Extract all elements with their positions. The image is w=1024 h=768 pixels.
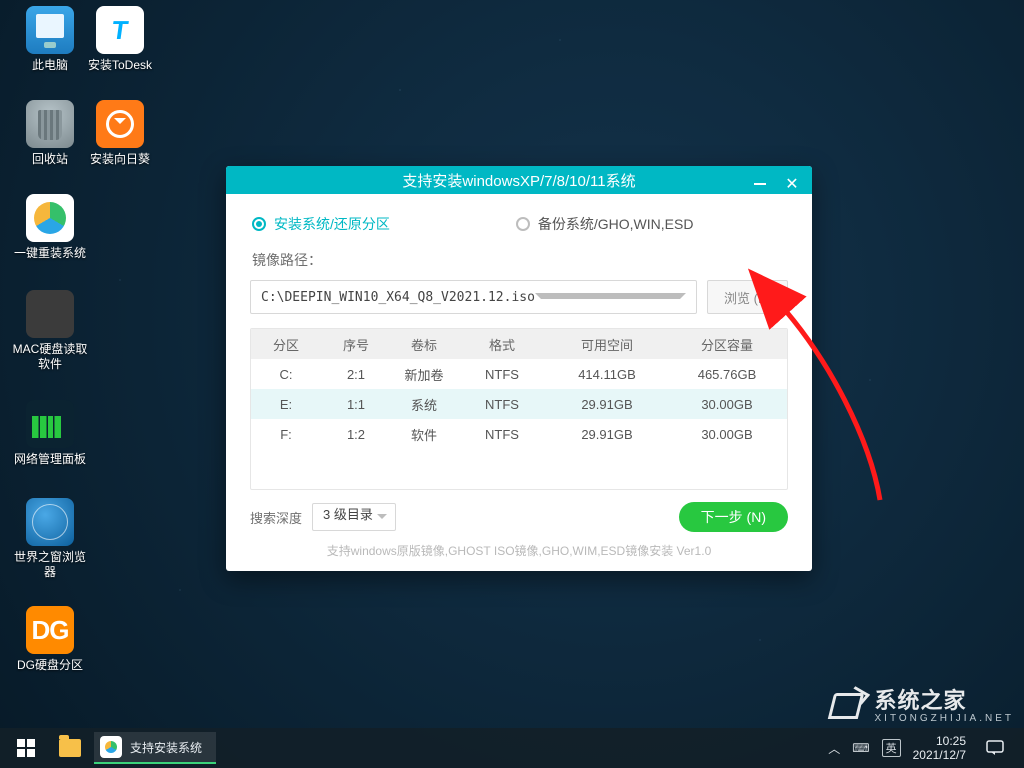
cell-label: 系统 (391, 395, 457, 414)
close-button[interactable]: ✕ (778, 170, 806, 198)
ime-icon[interactable]: 英 (882, 739, 901, 757)
search-depth-value: 3 级目录 (323, 507, 373, 522)
todesk-icon: T (96, 6, 144, 54)
window-title: 支持安装windowsXP/7/8/10/11系统 (402, 170, 635, 191)
col-size: 分区容量 (667, 335, 787, 354)
cell-fs: NTFS (457, 427, 547, 442)
browse-button[interactable]: 浏览 (B) (707, 280, 788, 314)
clock-time: 10:25 (913, 734, 966, 748)
desktop-icon-recycle-bin[interactable]: 回收站 (12, 100, 88, 167)
footer: 搜索深度 3 级目录 下一步 (N) (250, 490, 788, 532)
cell-free: 29.91GB (547, 427, 667, 442)
watermark: 系统之家 XITONGZHIJIA.NET (831, 683, 1015, 724)
col-free: 可用空间 (547, 335, 667, 354)
house-icon (831, 689, 867, 719)
desktop-icon-todesk[interactable]: T安装ToDesk (82, 6, 158, 73)
desktop-icon-reinstall[interactable]: 一键重装系统 (12, 194, 88, 261)
bars-icon (26, 400, 74, 448)
cell-size: 30.00GB (667, 397, 787, 412)
installer-window: 支持安装windowsXP/7/8/10/11系统 ✕ 安装系统/还原分区 备份… (226, 166, 812, 571)
taskbar-clock[interactable]: 10:25 2021/12/7 (913, 734, 966, 762)
folder-icon (59, 739, 81, 757)
window-body: 安装系统/还原分区 备份系统/GHO,WIN,ESD 镜像路径： C:\DEEP… (226, 194, 812, 571)
cell-label: 新加卷 (391, 365, 457, 384)
table-header: 分区 序号 卷标 格式 可用空间 分区容量 (251, 329, 787, 359)
cell-part: C: (251, 367, 321, 382)
watermark-en: XITONGZHIJIA.NET (875, 713, 1015, 724)
action-center-button[interactable] (978, 728, 1012, 768)
cell-part: F: (251, 427, 321, 442)
monitor-icon (26, 6, 74, 54)
cell-fs: NTFS (457, 397, 547, 412)
search-depth-select[interactable]: 3 级目录 (312, 503, 396, 531)
apple-icon (26, 290, 74, 338)
col-label: 卷标 (391, 335, 457, 354)
next-button[interactable]: 下一步 (N) (679, 502, 788, 532)
col-fs: 格式 (457, 335, 547, 354)
minimize-button[interactable] (746, 170, 774, 198)
desktop-icon-this-pc[interactable]: 此电脑 (12, 6, 88, 73)
clock-date: 2021/12/7 (913, 748, 966, 762)
radio-backup[interactable]: 备份系统/GHO,WIN,ESD (516, 214, 694, 234)
cell-size: 30.00GB (667, 427, 787, 442)
recycle-bin-icon (26, 100, 74, 148)
cell-no: 1:1 (321, 397, 391, 412)
cell-no: 1:2 (321, 427, 391, 442)
table-row[interactable]: C: 2:1 新加卷 NTFS 414.11GB 465.76GB (251, 359, 787, 389)
system-tray: ︿ ⌨ 英 10:25 2021/12/7 (828, 728, 1018, 768)
file-explorer-button[interactable] (50, 728, 90, 768)
cell-no: 2:1 (321, 367, 391, 382)
table-row[interactable]: E: 1:1 系统 NTFS 29.91GB 30.00GB (251, 389, 787, 419)
keyboard-icon[interactable]: ⌨ (852, 741, 869, 755)
windows-icon (17, 739, 35, 757)
cell-size: 465.76GB (667, 367, 787, 382)
taskbar-app-label: 支持安装系统 (130, 739, 202, 756)
cell-label: 软件 (391, 425, 457, 444)
notification-icon (986, 740, 1004, 756)
cell-free: 29.91GB (547, 397, 667, 412)
desktop-icon-mac-disk[interactable]: MAC硬盘读取软件 (12, 290, 88, 372)
sun-icon (96, 100, 144, 148)
table-empty-area (251, 449, 787, 489)
partition-table: 分区 序号 卷标 格式 可用空间 分区容量 C: 2:1 新加卷 NTFS 41… (250, 328, 788, 490)
window-controls: ✕ (746, 166, 806, 202)
radio-dot-icon (252, 217, 266, 231)
image-path-combobox[interactable]: C:\DEEPIN_WIN10_X64_Q8_V2021.12.iso (250, 280, 697, 314)
taskbar-app-installer[interactable]: 支持安装系统 (94, 732, 216, 764)
desktop-icon-net-panel[interactable]: 网络管理面板 (12, 400, 88, 467)
hint-text: 支持windows原版镜像,GHOST ISO镜像,GHO,WIM,ESD镜像安… (250, 532, 788, 561)
col-part: 分区 (251, 335, 321, 354)
radio-install-label: 安装系统/还原分区 (274, 214, 390, 234)
radio-install[interactable]: 安装系统/还原分区 (252, 214, 390, 234)
taskbar: 支持安装系统 ︿ ⌨ 英 10:25 2021/12/7 (0, 728, 1024, 768)
image-path-row: C:\DEEPIN_WIN10_X64_Q8_V2021.12.iso 浏览 (… (250, 280, 788, 314)
dg-icon: DG (26, 606, 74, 654)
desktop-icon-sunflower[interactable]: 安装向日葵 (82, 100, 158, 167)
desktop-icon-world-browser[interactable]: 世界之窗浏览器 (12, 498, 88, 580)
search-depth-label: 搜索深度 (250, 508, 302, 527)
image-path-value: C:\DEEPIN_WIN10_X64_Q8_V2021.12.iso (261, 290, 535, 305)
globe-icon (26, 498, 74, 546)
chevron-down-icon[interactable] (535, 293, 686, 305)
cell-part: E: (251, 397, 321, 412)
cell-fs: NTFS (457, 367, 547, 382)
col-no: 序号 (321, 335, 391, 354)
desktop-icon-disk-genius[interactable]: DGDG硬盘分区 (12, 606, 88, 673)
start-button[interactable] (6, 728, 46, 768)
mode-radios: 安装系统/还原分区 备份系统/GHO,WIN,ESD (250, 212, 788, 248)
reinstall-icon (26, 194, 74, 242)
watermark-cn: 系统之家 (875, 683, 1015, 715)
installer-app-icon (100, 736, 122, 758)
tray-chevron-up-icon[interactable]: ︿ (828, 740, 840, 757)
table-row[interactable]: F: 1:2 软件 NTFS 29.91GB 30.00GB (251, 419, 787, 449)
radio-backup-label: 备份系统/GHO,WIN,ESD (538, 214, 694, 234)
cell-free: 414.11GB (547, 367, 667, 382)
titlebar[interactable]: 支持安装windowsXP/7/8/10/11系统 ✕ (226, 166, 812, 194)
radio-dot-icon (516, 217, 530, 231)
image-path-label: 镜像路径： (252, 250, 788, 270)
